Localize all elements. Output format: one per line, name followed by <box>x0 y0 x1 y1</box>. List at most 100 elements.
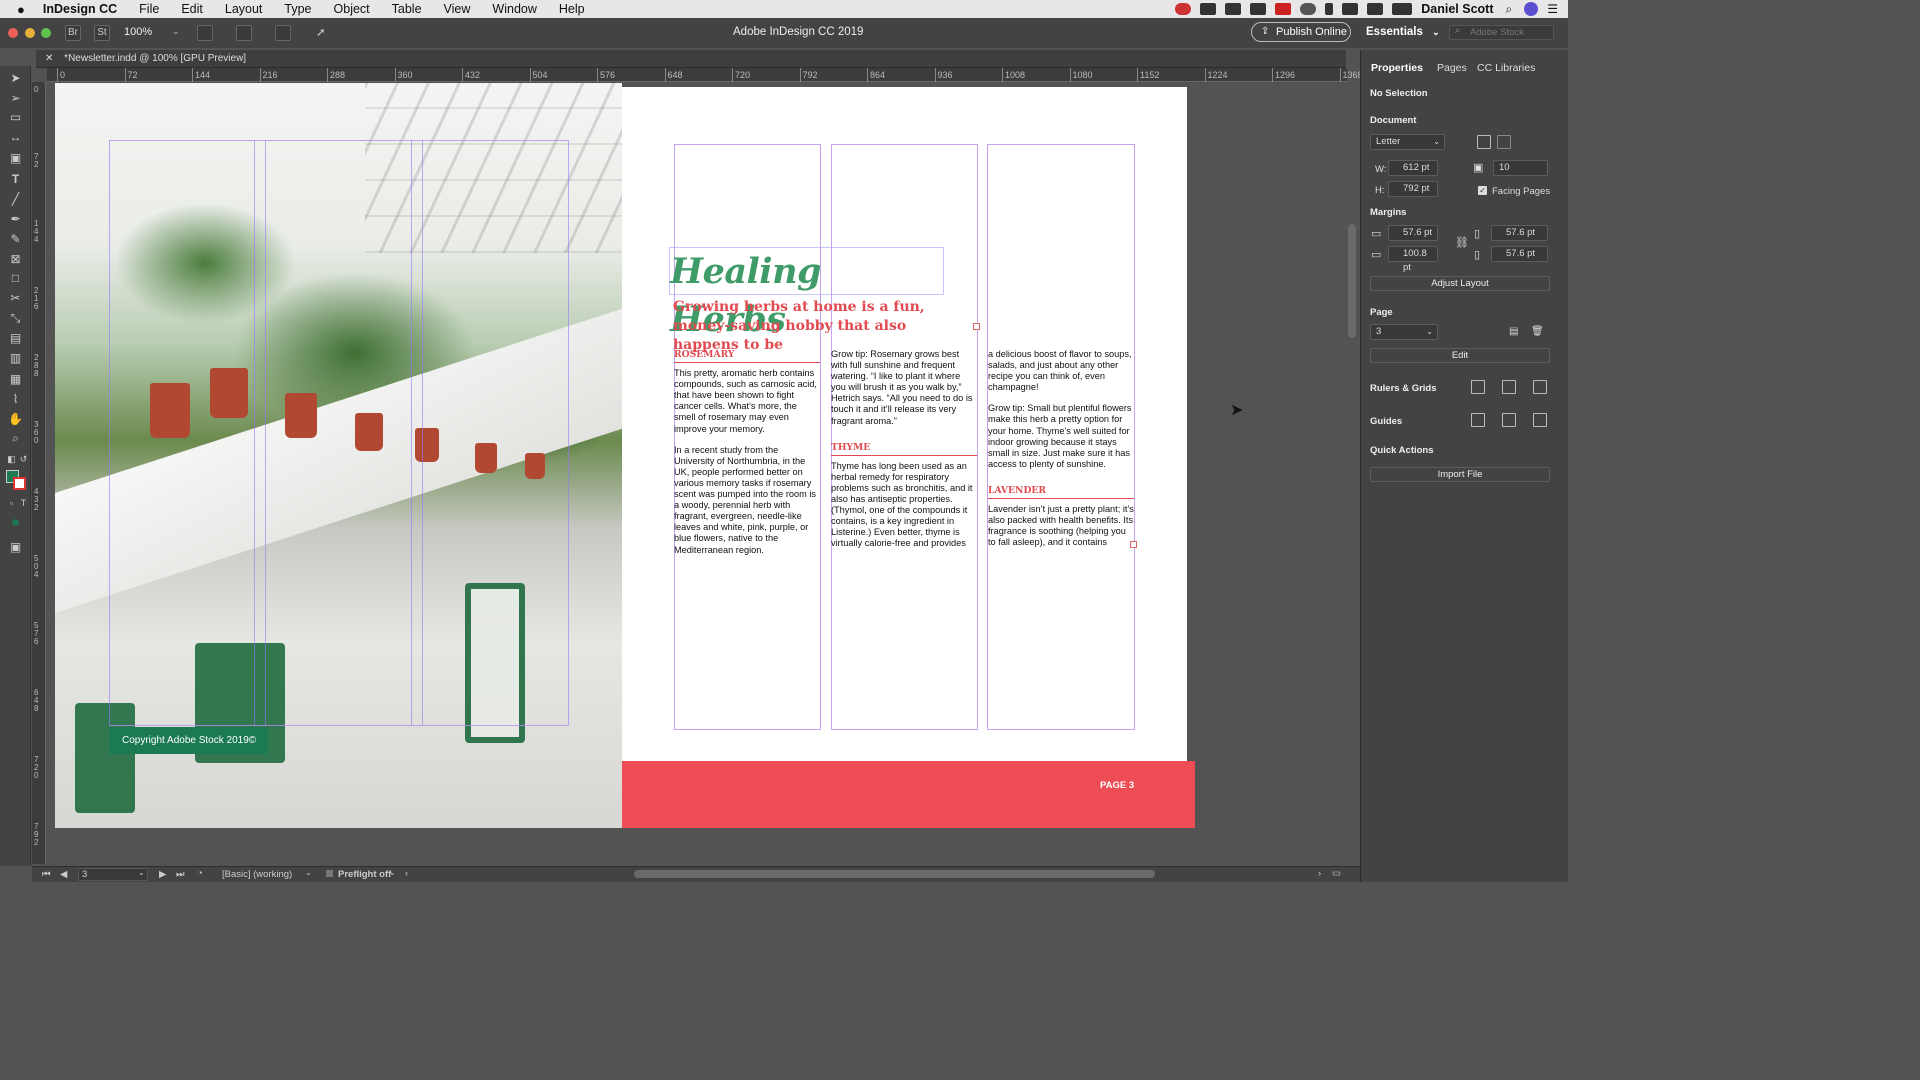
open-page-icon[interactable]: ◔ <box>197 868 203 879</box>
rectangle-frame-tool-icon[interactable]: ⊠ <box>8 252 23 266</box>
dropbox-icon[interactable] <box>1200 3 1217 15</box>
direct-selection-tool-icon[interactable]: ➢ <box>8 91 23 105</box>
menu-window[interactable]: Window <box>492 2 536 16</box>
display-icon[interactable] <box>1225 3 1242 15</box>
greenhouse-photo[interactable] <box>55 83 622 828</box>
formatting-text-icon[interactable]: T <box>16 496 31 510</box>
bluetooth-icon[interactable] <box>1325 3 1334 15</box>
width-field[interactable]: 612 pt <box>1388 160 1438 176</box>
last-page-icon[interactable]: ⏭ <box>176 869 185 880</box>
horizontal-ruler[interactable]: 0 72 144 216 288 360 432 504 576 648 720 792 864 936 1… <box>47 68 1363 82</box>
chevron-down-icon[interactable]: ⌄ <box>389 868 396 877</box>
document-canvas[interactable]: Copyright Adobe Stock 2019© Healing Herb… <box>47 83 1347 865</box>
bridge-button[interactable]: Br <box>65 25 81 41</box>
eyedropper-tool-icon[interactable]: ⌇ <box>8 392 23 406</box>
gradient-feather-tool-icon[interactable]: ▥ <box>8 351 23 365</box>
page-3[interactable]: Healing Herbs Growing herbs at home is a… <box>622 87 1187 828</box>
landscape-orientation-icon[interactable] <box>1497 135 1511 149</box>
delete-page-icon[interactable]: 🗑 <box>1531 326 1544 337</box>
previous-page-icon[interactable]: ◀ <box>60 869 67 880</box>
creative-cloud-icon[interactable] <box>1175 3 1192 15</box>
menu-help[interactable]: Help <box>559 2 585 16</box>
out-port-icon[interactable] <box>1130 541 1137 548</box>
adobe-stock-search-input[interactable]: Adobe Stock <box>1449 25 1554 40</box>
menu-edit[interactable]: Edit <box>181 2 203 16</box>
new-page-icon[interactable]: ▤ <box>1509 326 1518 337</box>
portrait-orientation-icon[interactable] <box>1477 135 1491 149</box>
zoom-level-select[interactable]: 100% <box>124 26 152 38</box>
screen-mode-tool-icon[interactable]: ▣ <box>8 540 23 554</box>
minimize-window-button[interactable] <box>25 28 35 38</box>
gradient-tool-icon[interactable]: ▤ <box>8 331 23 345</box>
lock-guides-icon[interactable] <box>1502 413 1516 427</box>
import-file-button[interactable]: Import File <box>1370 467 1550 482</box>
notifications-icon[interactable]: ☰ <box>1547 2 1558 16</box>
stock-button[interactable]: St <box>94 25 110 41</box>
margin-top-field[interactable]: 57.6 pt <box>1388 225 1438 241</box>
first-page-icon[interactable]: ⏮ <box>42 869 51 880</box>
scissors-tool-icon[interactable]: ✂ <box>8 291 23 305</box>
chevron-down-icon[interactable]: ⌄ <box>138 868 145 877</box>
document-preset-select[interactable]: Letter ⌄ <box>1370 134 1445 150</box>
show-guides-icon[interactable] <box>1471 413 1485 427</box>
swap-colors-icon[interactable]: ↺ <box>16 452 31 466</box>
pencil-tool-icon[interactable]: ✎ <box>8 232 23 246</box>
siri-icon[interactable] <box>1524 2 1539 16</box>
chat-icon[interactable] <box>1250 3 1267 15</box>
link-margins-icon[interactable]: ⛓ <box>1455 236 1469 249</box>
selection-tool-icon[interactable]: ➤ <box>8 71 23 85</box>
gap-tool-icon[interactable]: ↔ <box>8 130 23 144</box>
zoom-tool-icon[interactable]: ⌕ <box>8 431 23 445</box>
spotlight-icon[interactable]: ⌕ <box>1506 2 1513 17</box>
pen-tool-icon[interactable]: ✒ <box>8 212 23 226</box>
stroke-swatch[interactable] <box>13 477 26 490</box>
baseline-grid-icon[interactable] <box>1502 380 1516 394</box>
apply-color-icon[interactable]: ■ <box>8 515 23 529</box>
margin-inside-field[interactable]: 57.6 pt <box>1491 225 1548 241</box>
app-menu[interactable]: InDesign CC <box>43 2 117 16</box>
user-name[interactable]: Daniel Scott <box>1421 2 1493 16</box>
smart-guides-icon[interactable] <box>1533 413 1547 427</box>
page-select[interactable]: 3 ⌄ <box>1370 324 1438 340</box>
arrange-documents-icon[interactable] <box>275 25 291 41</box>
margin-outside-field[interactable]: 57.6 pt <box>1491 246 1548 262</box>
hand-tool-icon[interactable]: ✋ <box>8 412 23 426</box>
apple-icon[interactable]: ● <box>17 2 25 17</box>
horizontal-scrollbar[interactable] <box>634 870 1155 878</box>
scroll-right-icon[interactable]: › <box>1318 868 1321 879</box>
view-options-icon[interactable] <box>236 25 252 41</box>
vertical-scrollbar[interactable] <box>1348 224 1356 338</box>
note-tool-icon[interactable]: ▦ <box>8 372 23 386</box>
workspace-switcher[interactable]: Essentials ⌄ <box>1366 26 1440 38</box>
document-tab[interactable]: ✕ *Newsletter.indd @ 100% [GPU Preview] <box>36 50 1346 68</box>
menu-view[interactable]: View <box>444 2 471 16</box>
preflight-profile[interactable]: [Basic] (working) <box>222 869 292 880</box>
time-machine-icon[interactable] <box>1300 3 1317 15</box>
page-footer-band[interactable]: PAGE 3 <box>622 761 1195 828</box>
type-tool-icon[interactable]: T <box>8 172 23 186</box>
tab-cc-libraries[interactable]: CC Libraries <box>1477 62 1535 74</box>
publish-rocket-icon[interactable]: ➚ <box>316 25 326 39</box>
page-tool-icon[interactable]: ▭ <box>8 110 23 124</box>
number-of-pages-field[interactable]: 10 <box>1493 160 1548 176</box>
zoom-window-button[interactable] <box>41 28 51 38</box>
content-collector-icon[interactable]: ▣ <box>8 151 23 165</box>
adjust-layout-button[interactable]: Adjust Layout <box>1370 276 1550 291</box>
line-tool-icon[interactable]: ╱ <box>8 192 23 206</box>
preflight-status[interactable]: Preflight off <box>338 869 391 880</box>
subheadline[interactable]: Growing herbs at home is a fun, money-sa… <box>673 298 973 355</box>
rectangle-tool-icon[interactable]: □ <box>8 271 23 285</box>
screen-mode-icon[interactable] <box>197 25 213 41</box>
close-window-button[interactable] <box>8 28 18 38</box>
margin-bottom-field[interactable]: 100.8 pt <box>1388 246 1438 273</box>
document-grid-icon[interactable] <box>1533 380 1547 394</box>
menu-file[interactable]: File <box>139 2 159 16</box>
text-column-2[interactable]: Grow tip: Rosemary grows best with full … <box>831 349 977 560</box>
chevron-down-icon[interactable]: ⌄ <box>305 868 312 877</box>
wifi-icon[interactable] <box>1342 3 1359 15</box>
menu-type[interactable]: Type <box>284 2 311 16</box>
close-tab-icon[interactable]: ✕ <box>45 53 53 64</box>
vertical-ruler[interactable]: 0 72 144 216 288 360 432 504 576 648 720 792 <box>32 82 46 864</box>
free-transform-tool-icon[interactable]: ⤡ <box>8 311 23 325</box>
menu-table[interactable]: Table <box>392 2 422 16</box>
